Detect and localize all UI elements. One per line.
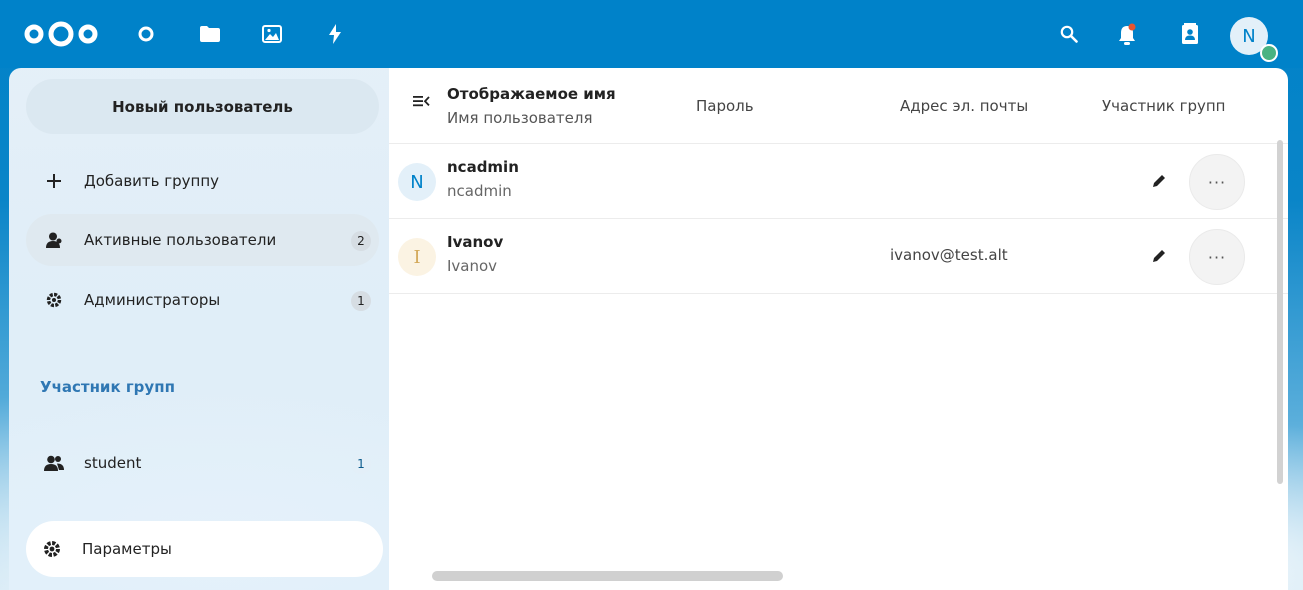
- add-group-label: Добавить группу: [84, 172, 220, 190]
- settings-button[interactable]: Параметры: [26, 521, 383, 577]
- sidebar-item-active-users[interactable]: Активные пользователи 2: [26, 214, 379, 266]
- table-row[interactable]: I Ivanov Ivanov ivanov@test.alt ···: [389, 219, 1288, 294]
- pencil-icon: [1153, 250, 1165, 262]
- new-user-label: Новый пользователь: [112, 97, 293, 116]
- avatar: N: [398, 163, 436, 201]
- table-header: Отображаемое имя Имя пользователя Пароль…: [389, 68, 1288, 144]
- column-email: Адрес эл. почты: [900, 97, 1029, 115]
- column-groups: Участник групп: [1102, 97, 1226, 115]
- search-icon[interactable]: [1052, 17, 1086, 51]
- count-badge: 1: [351, 291, 371, 311]
- more-icon: ···: [1207, 247, 1227, 267]
- top-bar: N: [0, 0, 1303, 68]
- add-group-button[interactable]: Добавить группу: [26, 155, 379, 207]
- display-name: ncadmin: [447, 158, 519, 176]
- avatar-letter: I: [413, 246, 421, 268]
- photos-icon[interactable]: [255, 17, 289, 51]
- sidebar-item-label: student: [84, 454, 142, 472]
- display-name: Ivanov: [447, 233, 504, 251]
- avatar-letter: N: [410, 171, 424, 193]
- group-icon: [44, 453, 64, 473]
- gear-icon: [44, 290, 64, 310]
- toggle-sidebar-icon[interactable]: [413, 92, 431, 110]
- avatar: I: [398, 238, 436, 276]
- email: ivanov@test.alt: [890, 246, 1008, 264]
- table-row[interactable]: N ncadmin ncadmin ···: [389, 144, 1288, 219]
- more-actions-button[interactable]: ···: [1189, 154, 1245, 210]
- count-badge: 1: [351, 454, 371, 474]
- user-list: Отображаемое имя Имя пользователя Пароль…: [389, 68, 1288, 590]
- column-username: Имя пользователя: [447, 109, 593, 127]
- online-status-badge: [1260, 44, 1278, 62]
- column-password: Пароль: [696, 97, 754, 115]
- new-user-button[interactable]: Новый пользователь: [26, 79, 379, 134]
- files-icon[interactable]: [193, 17, 227, 51]
- avatar-letter: N: [1242, 25, 1256, 47]
- sidebar-item-label: Администраторы: [84, 291, 221, 309]
- gear-icon: [42, 539, 62, 559]
- sidebar-item-group-student[interactable]: student 1: [26, 437, 379, 489]
- contacts-icon[interactable]: [1173, 17, 1207, 51]
- horizontal-scrollbar[interactable]: [432, 571, 783, 581]
- username: Ivanov: [447, 257, 498, 275]
- username: ncadmin: [447, 182, 512, 200]
- edit-button[interactable]: [1147, 244, 1171, 268]
- app-navigation: Новый пользователь Добавить группу Актив…: [9, 68, 389, 590]
- plus-icon: [44, 171, 64, 191]
- activity-icon[interactable]: [318, 17, 352, 51]
- user-icon: [44, 230, 64, 250]
- pencil-icon: [1153, 175, 1165, 187]
- sidebar-item-label: Активные пользователи: [84, 231, 277, 249]
- nextcloud-logo[interactable]: [22, 20, 100, 48]
- count-badge: 2: [351, 231, 371, 251]
- dashboard-icon[interactable]: [129, 17, 163, 51]
- more-icon: ···: [1207, 172, 1227, 192]
- more-actions-button[interactable]: ···: [1189, 229, 1245, 285]
- sidebar-item-admins[interactable]: Администраторы 1: [26, 274, 379, 326]
- vertical-scrollbar[interactable]: [1277, 140, 1283, 484]
- groups-caption: Участник групп: [40, 378, 175, 396]
- notifications-icon[interactable]: [1110, 17, 1144, 51]
- settings-label: Параметры: [82, 540, 172, 558]
- edit-button[interactable]: [1147, 169, 1171, 193]
- column-display-name: Отображаемое имя: [447, 85, 616, 103]
